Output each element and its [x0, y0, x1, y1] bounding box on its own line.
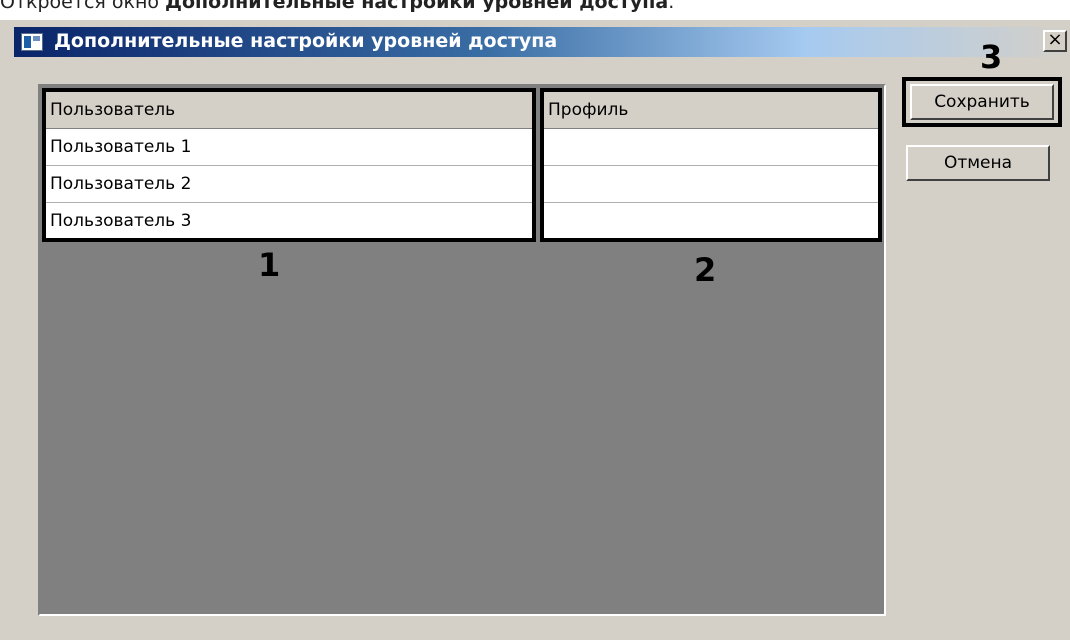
annotation-2: 2: [694, 251, 717, 289]
title-bar[interactable]: Дополнительные настройки уровней доступа…: [14, 27, 1070, 57]
save-highlight: Сохранить: [902, 77, 1062, 127]
window-title: Дополнительные настройки уровней доступа: [54, 30, 558, 52]
caption-suffix: .: [668, 0, 675, 13]
window-app-icon: [21, 33, 43, 51]
column-header-user[interactable]: Пользователь: [46, 92, 532, 129]
annotation-1: 1: [258, 246, 281, 284]
annotation-3: 3: [980, 38, 1003, 76]
column-header-profile[interactable]: Профиль: [544, 92, 878, 129]
caption-window-name: Дополнительные настройки уровней доступа: [165, 0, 669, 13]
close-icon: ×: [1047, 29, 1063, 50]
page-caption: Откроется окно Дополнительные настройки …: [0, 0, 675, 13]
profile-cell[interactable]: [544, 129, 878, 166]
user-cell[interactable]: Пользователь 3: [46, 203, 532, 240]
users-column: Пользователь Пользователь 1 Пользователь…: [42, 88, 536, 242]
access-grid[interactable]: Пользователь Пользователь 1 Пользователь…: [38, 84, 886, 616]
profile-cell[interactable]: [544, 166, 878, 203]
close-button[interactable]: ×: [1043, 30, 1067, 52]
caption-prefix: Откроется окно: [0, 0, 166, 13]
access-levels-dialog: Дополнительные настройки уровней доступа…: [0, 20, 1070, 640]
cancel-button[interactable]: Отмена: [906, 145, 1050, 181]
save-button[interactable]: Сохранить: [910, 84, 1054, 120]
profile-cell[interactable]: [544, 203, 878, 240]
user-cell[interactable]: Пользователь 2: [46, 166, 532, 203]
user-cell[interactable]: Пользователь 1: [46, 129, 532, 166]
profile-column: Профиль: [540, 88, 882, 242]
